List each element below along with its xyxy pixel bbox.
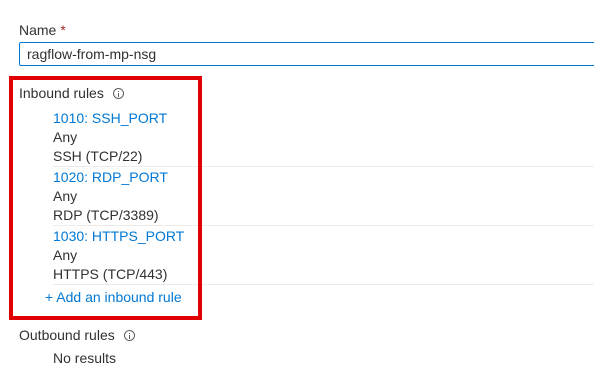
rule-source: Any	[53, 129, 78, 145]
required-marker: *	[60, 22, 66, 38]
inbound-rule-1010: 1010: SSH_PORT Any SSH (TCP/22)	[53, 108, 594, 167]
name-input[interactable]	[19, 42, 594, 66]
inbound-rule-1020: 1020: RDP_PORT Any RDP (TCP/3389)	[53, 167, 594, 226]
rule-service: RDP (TCP/3389)	[53, 207, 159, 223]
name-label-text: Name	[19, 22, 57, 38]
inbound-rules-label: Inbound rules	[19, 85, 104, 101]
outbound-rules-label: Outbound rules	[19, 327, 115, 343]
rule-service: HTTPS (TCP/443)	[53, 266, 168, 282]
rule-service: SSH (TCP/22)	[53, 148, 143, 164]
add-inbound-rule-link[interactable]: + Add an inbound rule	[45, 289, 182, 305]
outbound-rules-header: Outbound rules	[19, 327, 135, 343]
inbound-rules-header: Inbound rules	[19, 85, 124, 101]
rule-source: Any	[53, 188, 78, 204]
rule-name-link[interactable]: 1020: RDP_PORT	[53, 168, 594, 187]
inbound-rule-1030: 1030: HTTPS_PORT Any HTTPS (TCP/443)	[53, 226, 594, 285]
outbound-empty-text: No results	[53, 350, 117, 366]
info-icon[interactable]	[112, 87, 124, 99]
name-field-label: Name *	[19, 22, 66, 38]
info-icon[interactable]	[123, 329, 135, 341]
rule-name-link[interactable]: 1030: HTTPS_PORT	[53, 227, 594, 246]
inbound-rules-list: 1010: SSH_PORT Any SSH (TCP/22) 1020: RD…	[53, 108, 594, 285]
rule-name-link[interactable]: 1010: SSH_PORT	[53, 109, 594, 128]
rule-source: Any	[53, 247, 78, 263]
